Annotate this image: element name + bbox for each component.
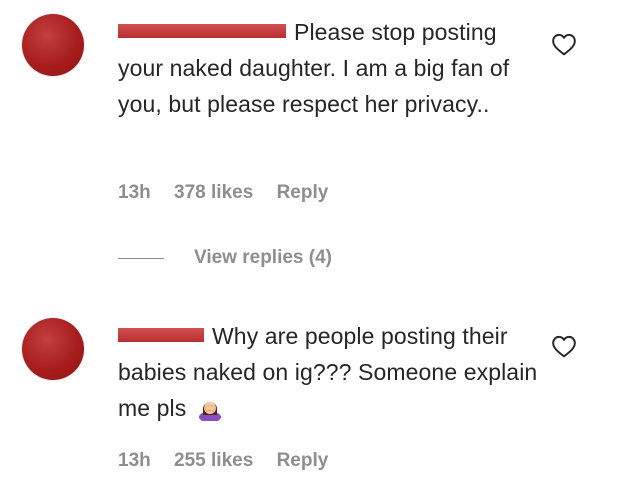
comment-text-line1: Please stop posting <box>294 19 497 45</box>
like-heart-icon[interactable] <box>551 32 577 56</box>
avatar[interactable] <box>22 318 84 380</box>
likes-count-button[interactable]: 255 likes <box>174 450 253 471</box>
comment-text: Why are people posting their babies nake… <box>118 318 538 426</box>
view-replies-label[interactable]: View replies (4) <box>194 247 332 269</box>
avatar[interactable] <box>22 14 84 76</box>
reply-button[interactable]: Reply <box>277 182 329 203</box>
likes-count-button[interactable]: 378 likes <box>174 182 253 203</box>
reply-button[interactable]: Reply <box>277 450 329 471</box>
replies-divider-line <box>118 257 164 259</box>
redacted-username[interactable] <box>118 328 204 342</box>
comment-time: 13h <box>118 182 151 203</box>
redacted-username[interactable] <box>118 24 286 38</box>
comment-text-line1: Why are people posting <box>212 323 456 349</box>
comment-meta: 13h 378 likes Reply <box>118 182 346 204</box>
comment-text: Please stop posting your naked daughter.… <box>118 14 538 122</box>
comment-text-rest: your naked daughter. I am a big fan of y… <box>118 55 510 117</box>
woman-facepalming-icon <box>197 395 223 422</box>
like-heart-icon[interactable] <box>551 334 577 358</box>
comment-time: 13h <box>118 450 151 471</box>
view-replies-button[interactable]: View replies (4) <box>118 246 332 270</box>
comment-meta: 13h 255 likes Reply <box>118 450 346 472</box>
